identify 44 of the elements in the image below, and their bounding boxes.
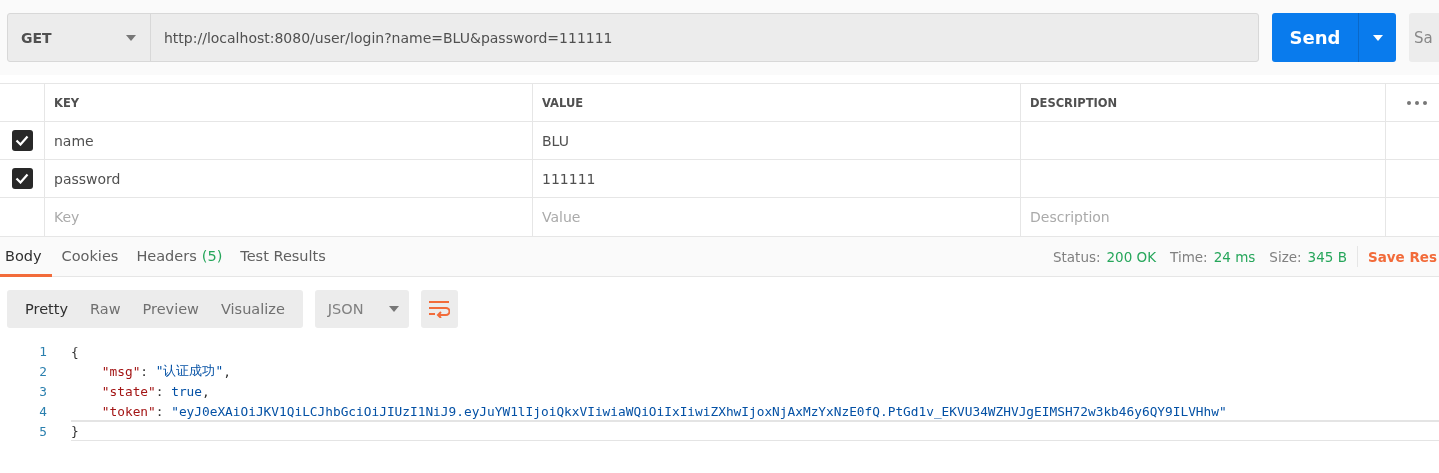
line-number: 5	[38, 423, 48, 439]
wrap-button[interactable]	[420, 290, 458, 328]
checkbox[interactable]	[11, 168, 33, 189]
param-key[interactable]: name	[54, 132, 94, 149]
line-number: 4	[38, 403, 48, 419]
code-line: }	[71, 419, 1439, 441]
save-button[interactable]: Sa	[1409, 13, 1439, 62]
more-icon[interactable]	[1407, 100, 1427, 105]
status-value: 345 B	[1307, 248, 1347, 265]
caret-icon	[388, 306, 399, 312]
status-label: Time:	[1170, 248, 1208, 265]
param-key[interactable]: password	[54, 170, 121, 187]
view-tab[interactable]: Visualize	[210, 290, 296, 328]
caret-icon	[1372, 34, 1383, 41]
line-number: 2	[38, 363, 48, 379]
line-number: 1	[38, 343, 48, 359]
status-value: 24 ms	[1213, 248, 1256, 265]
tab-label: Headers	[136, 247, 197, 264]
checkbox[interactable]	[11, 130, 33, 151]
status-label: Size:	[1269, 248, 1302, 265]
checkmark-icon	[15, 173, 29, 184]
response-tab[interactable]: Test Results	[230, 237, 334, 277]
status-value: 200 OK	[1106, 248, 1157, 265]
column-header: VALUE	[542, 95, 584, 110]
view-tab[interactable]: Pretty	[14, 290, 79, 328]
line-number: 3	[38, 383, 48, 399]
status-label: Status:	[1052, 248, 1101, 265]
param-value[interactable]: 111111	[542, 170, 596, 187]
code-line: {	[71, 342, 80, 361]
code-line: "token": "eyJ0eXAiOiJKV1QiLCJhbGciOiJIUzI1NiJ9.eyJuYW1lIjoiQkxVIiwiaWQiOiIxIiwiZXhwIjoxNjAxMzYxNzE0fQ.PtGd1v_EKVU34WZHVJgEIMSH72w3kb46y6QY9ILVHhw"	[100, 402, 1228, 421]
column-header: KEY	[54, 95, 80, 110]
view-tab[interactable]: Preview	[131, 290, 210, 328]
param-value[interactable]: BLU	[542, 132, 569, 149]
format-dropdown[interactable]: JSON	[314, 290, 409, 328]
response-tab[interactable]: Cookies	[51, 237, 127, 277]
code-line: "msg": "认证成功",	[100, 361, 232, 381]
view-tab[interactable]: Raw	[79, 290, 132, 328]
column-header: DESCRIPTION	[1030, 95, 1118, 110]
wrap-icon	[428, 300, 451, 318]
checkmark-icon	[15, 135, 29, 146]
response-tab[interactable]: Body	[0, 237, 52, 277]
response-tab[interactable]: Headers (5)	[126, 237, 231, 277]
code-line: "state": true,	[100, 382, 211, 401]
header-count: (5)	[201, 247, 223, 264]
